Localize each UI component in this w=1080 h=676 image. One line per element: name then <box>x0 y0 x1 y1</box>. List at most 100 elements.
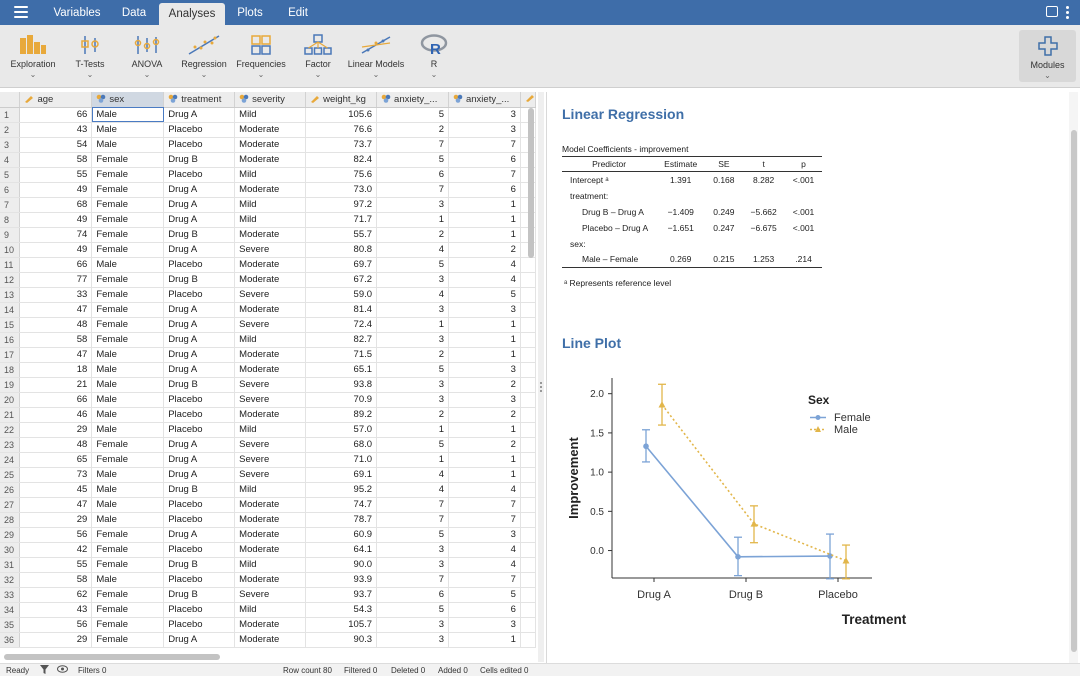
table-cell[interactable]: 93.7 <box>305 587 378 603</box>
table-cell[interactable]: 93.8 <box>305 377 378 393</box>
table-cell[interactable]: Moderate <box>234 542 307 558</box>
table-cell[interactable]: 4 <box>376 242 449 258</box>
table-cell[interactable]: 58 <box>19 332 93 348</box>
table-cell[interactable]: 3 <box>448 617 521 633</box>
table-cell-empty[interactable] <box>520 557 536 573</box>
table-cell[interactable]: Female <box>91 272 165 288</box>
row-number[interactable]: 8 <box>0 212 21 228</box>
table-cell[interactable]: Male <box>91 467 165 483</box>
table-cell[interactable]: 7 <box>376 137 449 153</box>
row-number[interactable]: 25 <box>0 467 21 483</box>
table-cell[interactable]: Moderate <box>234 122 307 138</box>
table-cell[interactable]: 7 <box>448 137 521 153</box>
tab-variables[interactable]: Variables <box>46 0 108 25</box>
table-cell[interactable]: 93.9 <box>305 572 378 588</box>
table-cell-empty[interactable] <box>520 287 536 303</box>
table-cell[interactable]: 42 <box>19 542 93 558</box>
table-cell[interactable]: Moderate <box>234 257 307 273</box>
row-number[interactable]: 33 <box>0 587 21 603</box>
more-options-icon[interactable] <box>1066 6 1070 20</box>
table-cell[interactable]: 58 <box>19 152 93 168</box>
table-cell[interactable]: 5 <box>376 527 449 543</box>
table-cell[interactable]: 3 <box>448 392 521 408</box>
table-cell[interactable]: Placebo <box>163 617 236 633</box>
table-cell[interactable]: 55 <box>19 557 93 573</box>
table-cell[interactable]: Male <box>91 512 165 528</box>
table-cell[interactable]: 3 <box>376 272 449 288</box>
table-cell[interactable]: Severe <box>234 437 307 453</box>
table-cell[interactable]: Male <box>91 257 165 273</box>
table-cell[interactable]: Drug A <box>163 467 236 483</box>
table-cell[interactable]: Severe <box>234 377 307 393</box>
table-cell[interactable]: 60.9 <box>305 527 378 543</box>
table-cell[interactable]: Mild <box>234 107 307 123</box>
table-cell[interactable]: Drug B <box>163 152 236 168</box>
table-cell-empty[interactable] <box>520 422 536 438</box>
table-cell[interactable]: Male <box>91 392 165 408</box>
table-cell[interactable]: 3 <box>376 617 449 633</box>
table-cell[interactable]: 2 <box>376 227 449 243</box>
table-cell[interactable]: 105.6 <box>305 107 378 123</box>
table-cell[interactable]: Drug A <box>163 212 236 228</box>
table-cell[interactable]: 68 <box>19 197 93 213</box>
table-cell-empty[interactable] <box>520 302 536 318</box>
table-cell[interactable]: 74.7 <box>305 497 378 513</box>
table-cell[interactable]: 1 <box>448 347 521 363</box>
table-cell[interactable]: 76.6 <box>305 122 378 138</box>
table-cell[interactable]: Moderate <box>234 302 307 318</box>
row-number[interactable]: 12 <box>0 272 21 288</box>
table-cell[interactable]: 45 <box>19 482 93 498</box>
table-cell[interactable]: 1 <box>448 467 521 483</box>
table-cell-empty[interactable] <box>520 602 536 618</box>
row-number[interactable]: 27 <box>0 497 21 513</box>
table-cell[interactable]: Female <box>91 287 165 303</box>
table-cell-empty[interactable] <box>520 452 536 468</box>
row-number[interactable]: 34 <box>0 602 21 618</box>
table-cell[interactable]: 6 <box>448 182 521 198</box>
table-cell[interactable]: 4 <box>448 557 521 573</box>
table-cell[interactable]: Mild <box>234 422 307 438</box>
table-cell[interactable]: 6 <box>376 587 449 603</box>
panel-splitter[interactable] <box>538 92 544 662</box>
table-cell[interactable]: Drug A <box>163 242 236 258</box>
table-cell-empty[interactable] <box>520 437 536 453</box>
column-header-3[interactable]: severity <box>234 92 307 108</box>
table-cell[interactable]: Male <box>91 407 165 423</box>
table-cell[interactable]: 7 <box>448 497 521 513</box>
row-number[interactable]: 3 <box>0 137 21 153</box>
table-cell[interactable]: Female <box>91 587 165 603</box>
table-cell[interactable]: 2 <box>376 407 449 423</box>
table-cell[interactable]: Moderate <box>234 572 307 588</box>
table-cell[interactable]: Female <box>91 212 165 228</box>
table-cell-empty[interactable] <box>520 512 536 528</box>
table-cell[interactable]: Drug A <box>163 527 236 543</box>
table-cell[interactable]: 80.8 <box>305 242 378 258</box>
table-cell[interactable]: Severe <box>234 392 307 408</box>
table-cell[interactable]: 3 <box>376 392 449 408</box>
table-cell[interactable]: 2 <box>448 437 521 453</box>
table-cell[interactable]: 48 <box>19 317 93 333</box>
table-cell[interactable]: Severe <box>234 587 307 603</box>
table-cell[interactable]: Placebo <box>163 137 236 153</box>
table-cell[interactable]: Moderate <box>234 182 307 198</box>
table-cell[interactable]: 29 <box>19 632 93 648</box>
table-cell[interactable]: Female <box>91 437 165 453</box>
table-cell[interactable]: 74 <box>19 227 93 243</box>
tab-edit[interactable]: Edit <box>282 0 314 25</box>
horizontal-scrollbar[interactable] <box>4 654 220 660</box>
table-cell[interactable]: 3 <box>448 527 521 543</box>
table-cell[interactable]: 47 <box>19 302 93 318</box>
table-cell[interactable]: Placebo <box>163 392 236 408</box>
table-cell[interactable]: Placebo <box>163 602 236 618</box>
table-cell[interactable]: Placebo <box>163 512 236 528</box>
table-cell[interactable]: 5 <box>376 602 449 618</box>
table-cell[interactable]: 73 <box>19 467 93 483</box>
table-cell[interactable]: 3 <box>448 122 521 138</box>
table-cell[interactable]: 75.6 <box>305 167 378 183</box>
table-cell[interactable]: Male <box>91 107 165 123</box>
anova-button[interactable]: ANOVA ⌄ <box>124 30 170 84</box>
table-cell[interactable]: 89.2 <box>305 407 378 423</box>
table-cell[interactable]: Placebo <box>163 422 236 438</box>
vertical-scrollbar[interactable] <box>528 108 534 258</box>
table-cell[interactable]: Mild <box>234 332 307 348</box>
